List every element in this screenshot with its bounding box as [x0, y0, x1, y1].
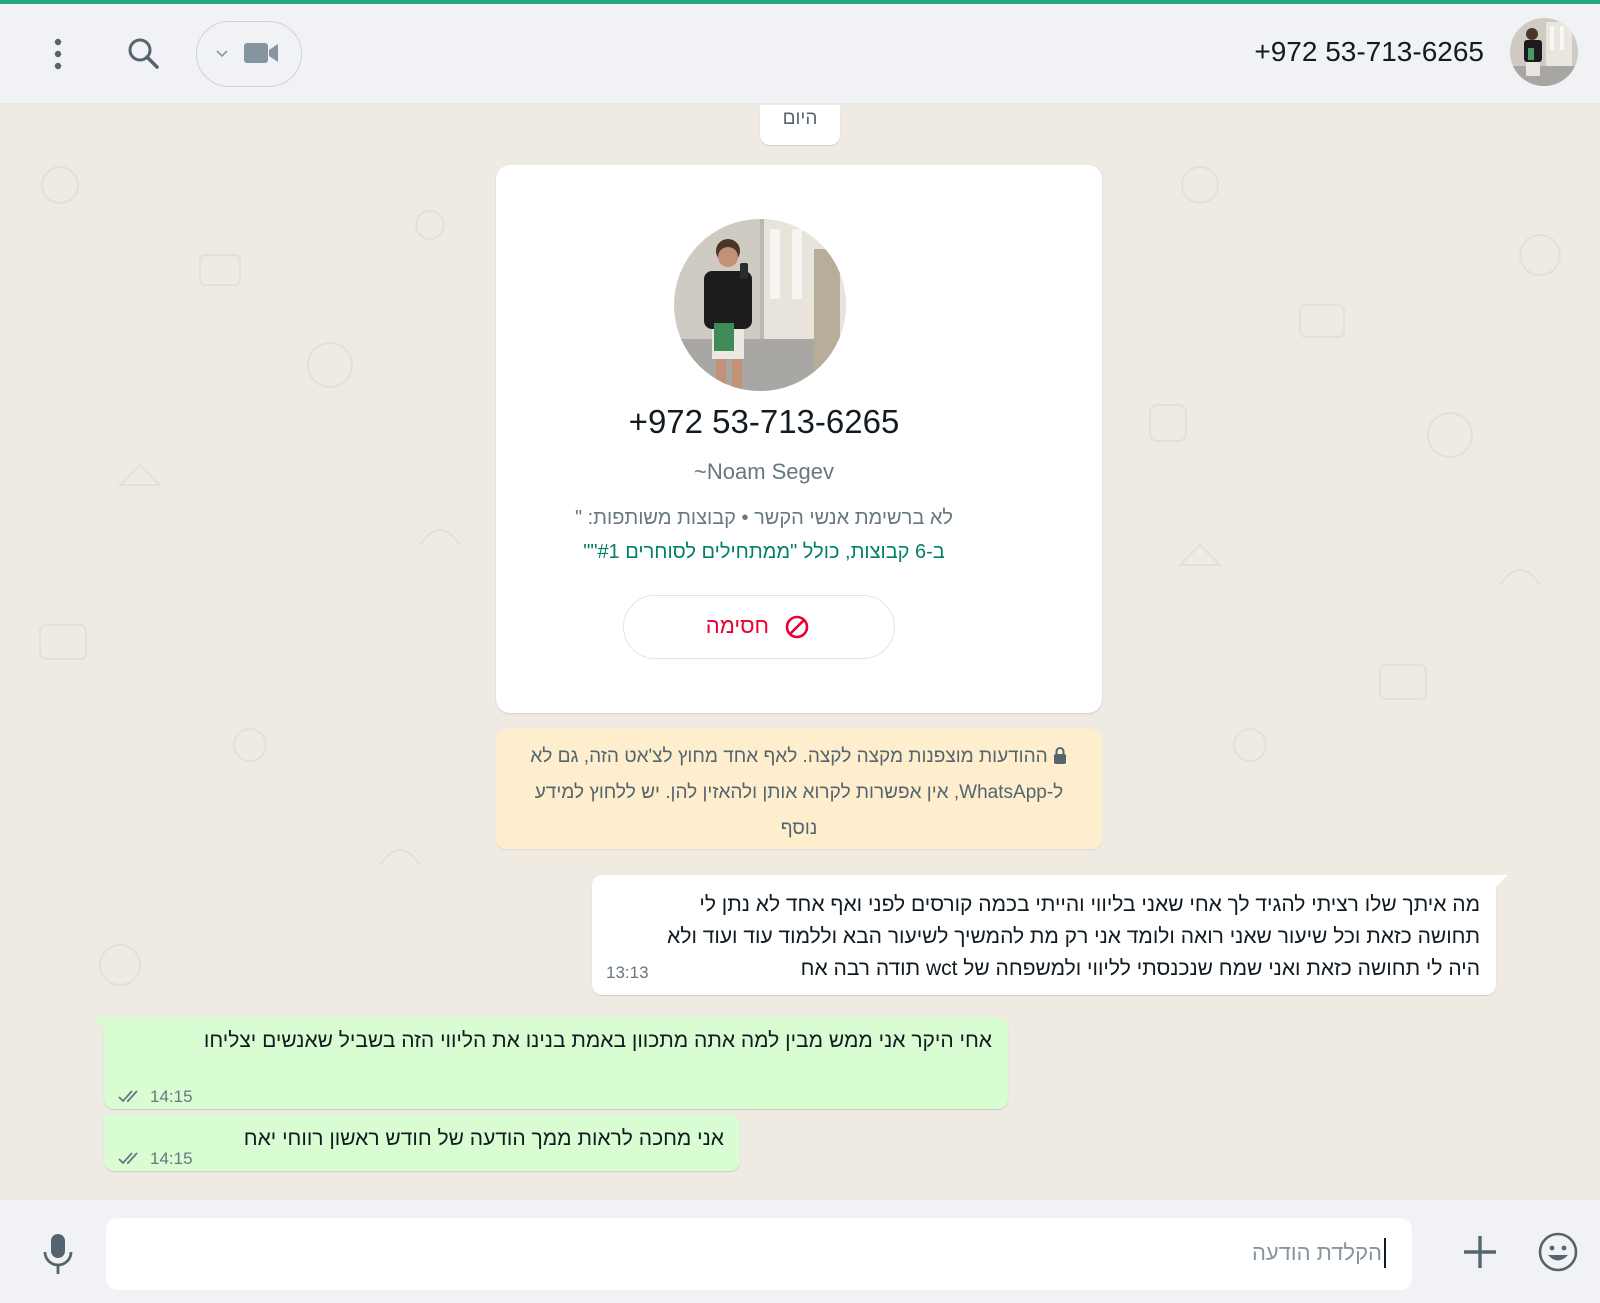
emoji-button[interactable]	[1536, 1230, 1580, 1274]
profile-pushname: ~Noam Segev	[693, 459, 835, 484]
message-line: מה איתך שלו רציתי להגיד לך אחי שאני בליו…	[699, 893, 1480, 916]
outgoing-message[interactable]: אחי היקר אני ממש מבין למה אתה מתכוון באמ…	[92, 1017, 1008, 1109]
message-input-placeholder: הקלדת הודעה	[1251, 1240, 1382, 1265]
contact-profile-card: +972 53-713-6265 ~Noam Segev לא ברשימת א…	[496, 165, 1102, 713]
menu-icon	[54, 38, 62, 70]
block-label: חסימה	[705, 613, 769, 638]
encryption-notice-text: ההודעות מוצפנות מקצה לקצה. לאף אחד מחוץ …	[530, 746, 1064, 839]
avatar[interactable]	[1510, 18, 1578, 86]
message-input[interactable]: הקלדת הודעה	[106, 1218, 1412, 1290]
message-line: היה לי תחושה כזאת ואני שמח שנכנסתי לליוו…	[800, 957, 1480, 980]
message-meta: 14:15	[118, 1143, 193, 1168]
composer-bar: הקלדת הודעה	[0, 1200, 1600, 1303]
mic-icon	[43, 1234, 73, 1274]
bubble-tail	[92, 1017, 106, 1031]
outgoing-message[interactable]: אני מחכה לראות ממך הודעה של חודש ראשון ר…	[104, 1115, 740, 1171]
plus-icon	[1464, 1236, 1496, 1268]
block-button[interactable]: חסימה	[623, 595, 895, 659]
chevron-down-icon	[216, 50, 228, 58]
contact-info-line: לא ברשימת אנשי הקשר • קבוצות משותפות: "	[574, 507, 954, 529]
chat-panel[interactable]: היום +972 53-713-6265 ~Noam Segev לא ברש…	[0, 105, 1600, 1200]
message-meta: 14:15	[118, 1081, 193, 1106]
bubble-tail	[1494, 875, 1508, 889]
read-receipt-icon	[118, 1090, 138, 1103]
video-call-button[interactable]	[196, 21, 302, 87]
message-time: 13:13	[606, 963, 649, 982]
search-button[interactable]	[122, 32, 166, 76]
attach-button[interactable]	[1460, 1232, 1500, 1272]
profile-phone: +972 53-713-6265	[628, 403, 900, 440]
message-text: אחי היקר אני ממש מבין למה אתה מתכוון באמ…	[203, 1029, 992, 1052]
emoji-icon	[1538, 1232, 1578, 1272]
common-groups-link[interactable]: ב-6 קבוצות, כולל "ממתחילים לסוחרים #1""	[556, 535, 972, 569]
date-chip: היום	[760, 105, 840, 145]
menu-button[interactable]	[40, 34, 76, 74]
profile-avatar[interactable]	[674, 219, 846, 391]
incoming-message[interactable]: מה איתך שלו רציתי להגיד לך אחי שאני בליו…	[592, 875, 1508, 995]
message-time: 14:15	[150, 1149, 193, 1168]
read-receipt-icon	[118, 1152, 138, 1165]
voice-message-button[interactable]	[40, 1232, 76, 1276]
lock-icon	[1053, 747, 1066, 764]
video-call-icon	[244, 43, 278, 63]
message-time: 14:15	[150, 1087, 193, 1106]
block-icon	[785, 615, 809, 639]
contact-name[interactable]: +972 53-713-6265	[1254, 36, 1484, 68]
encryption-notice[interactable]: ההודעות מוצפנות מקצה לקצה. לאף אחד מחוץ …	[496, 729, 1102, 849]
text-caret	[1384, 1238, 1386, 1268]
search-icon	[128, 38, 159, 69]
message-line: תחושה כזאת וכל שיעור שאני רואה ולומד אני…	[667, 925, 1480, 948]
chat-header: +972 53-713-6265	[0, 4, 1600, 104]
message-text: אני מחכה לראות ממך הודעה של חודש ראשון ר…	[243, 1127, 724, 1150]
